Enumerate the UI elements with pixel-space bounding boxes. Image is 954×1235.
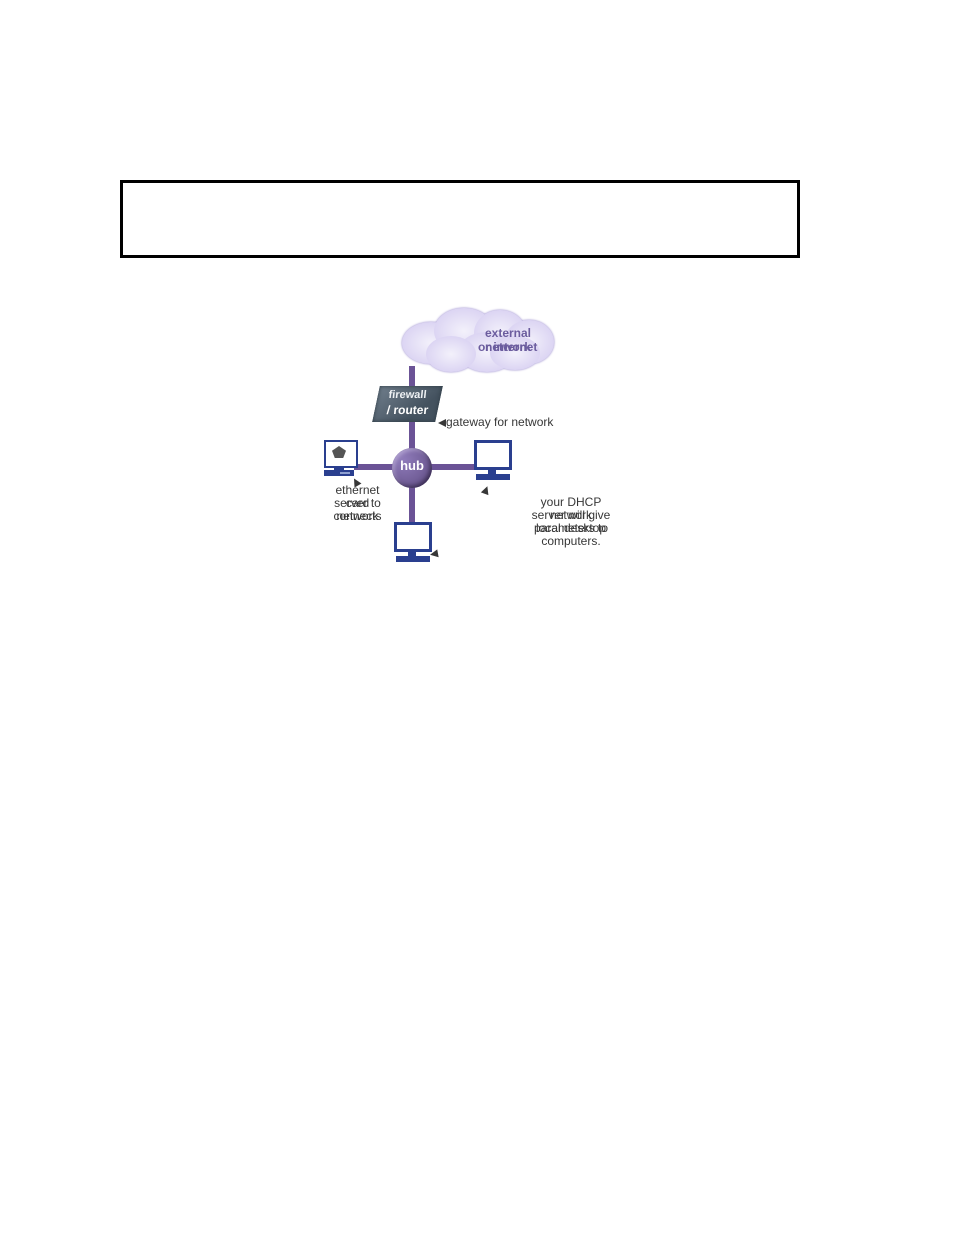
firewall-label-1: firewall	[375, 389, 439, 401]
gateway-annotation: gateway for network	[446, 416, 586, 429]
arrow-icon	[430, 550, 438, 558]
server-icon	[324, 440, 356, 482]
empty-bordered-box	[120, 180, 800, 258]
arrow-icon	[352, 478, 360, 486]
dhcp-annotation: your DHCP server will give network param…	[442, 496, 614, 522]
desktop-pc-bottom-icon	[394, 522, 430, 566]
ethernet-annotation: ethernet card connectsserver to network	[260, 484, 390, 497]
connection-cloud-firewall	[409, 366, 415, 388]
network-diagram: external networkor internet firewall / r…	[276, 308, 646, 590]
desktop-pc-right-icon	[474, 440, 510, 484]
hub-label: hub	[392, 458, 432, 473]
page: external networkor internet firewall / r…	[0, 0, 954, 1235]
cloud-label: external networkor internet	[418, 326, 538, 340]
firewall-router-icon: firewall / router	[376, 386, 439, 422]
firewall-label-2: / router	[375, 403, 439, 417]
ethernet-chip-icon	[332, 446, 346, 458]
arrow-icon	[482, 486, 490, 494]
connection-hub-pc-right	[430, 464, 478, 470]
arrow-icon	[438, 419, 446, 427]
